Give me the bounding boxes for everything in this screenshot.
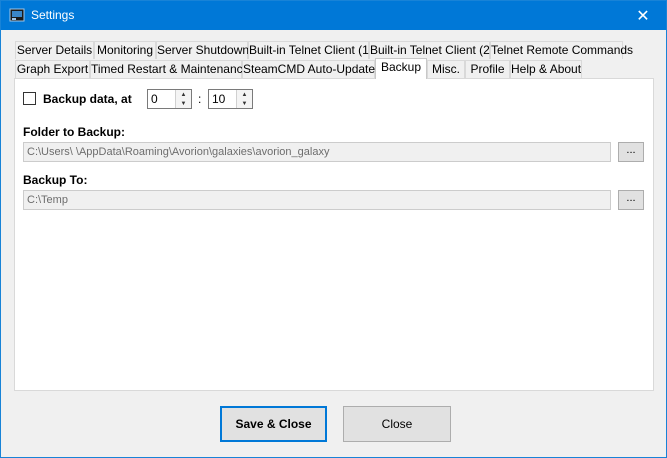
close-button[interactable]: Close — [343, 406, 451, 442]
tab-misc[interactable]: Misc. — [427, 60, 465, 78]
backup-to-field[interactable]: C:\Temp — [23, 190, 611, 210]
backup-data-checkbox[interactable] — [23, 92, 36, 105]
tab-profile[interactable]: Profile — [465, 60, 510, 78]
backup-minute-stepper[interactable]: 10 ▲ ▼ — [208, 89, 253, 109]
settings-window: Settings ✕ Server Details Monitoring Ser… — [0, 0, 667, 458]
tab-steamcmd-auto-updates[interactable]: SteamCMD Auto-Updates — [242, 60, 381, 78]
tab-backup[interactable]: Backup — [375, 58, 427, 79]
window-title: Settings — [31, 8, 75, 22]
backup-data-label[interactable]: Backup data, at — [43, 92, 132, 106]
hour-value: 0 — [151, 92, 158, 106]
folder-to-backup-field[interactable]: C:\Users\ \AppData\Roaming\Avorion\galax… — [23, 142, 611, 162]
app-icon — [9, 8, 25, 22]
minute-down-arrow-icon[interactable]: ▼ — [237, 99, 252, 108]
tab-telnet-client-1[interactable]: Built-in Telnet Client (1) — [248, 41, 373, 59]
backup-to-browse-button[interactable]: ... — [618, 190, 644, 210]
tab-monitoring[interactable]: Monitoring — [94, 41, 156, 59]
save-close-button[interactable]: Save & Close — [220, 406, 327, 442]
title-bar[interactable]: Settings ✕ — [1, 1, 666, 30]
close-window-icon[interactable]: ✕ — [620, 1, 666, 30]
tab-timed-restart[interactable]: Timed Restart & Maintenance — [90, 60, 249, 78]
tab-telnet-client-2[interactable]: Built-in Telnet Client (2) — [369, 41, 494, 59]
tab-help-about[interactable]: Help & About — [510, 60, 582, 78]
folder-to-backup-label: Folder to Backup: — [23, 125, 126, 139]
backup-hour-stepper[interactable]: 0 ▲ ▼ — [147, 89, 192, 109]
backup-to-label: Backup To: — [23, 173, 88, 187]
tab-server-shutdown[interactable]: Server Shutdown — [156, 41, 249, 59]
time-separator: : — [198, 92, 202, 106]
hour-down-arrow-icon[interactable]: ▼ — [176, 99, 191, 108]
folder-browse-button[interactable]: ... — [618, 142, 644, 162]
tab-telnet-remote-commands[interactable]: Telnet Remote Commands — [490, 41, 633, 59]
tab-server-details[interactable]: Server Details — [15, 41, 94, 59]
tab-graph-export[interactable]: Graph Export — [15, 60, 90, 78]
minute-value: 10 — [212, 92, 226, 106]
